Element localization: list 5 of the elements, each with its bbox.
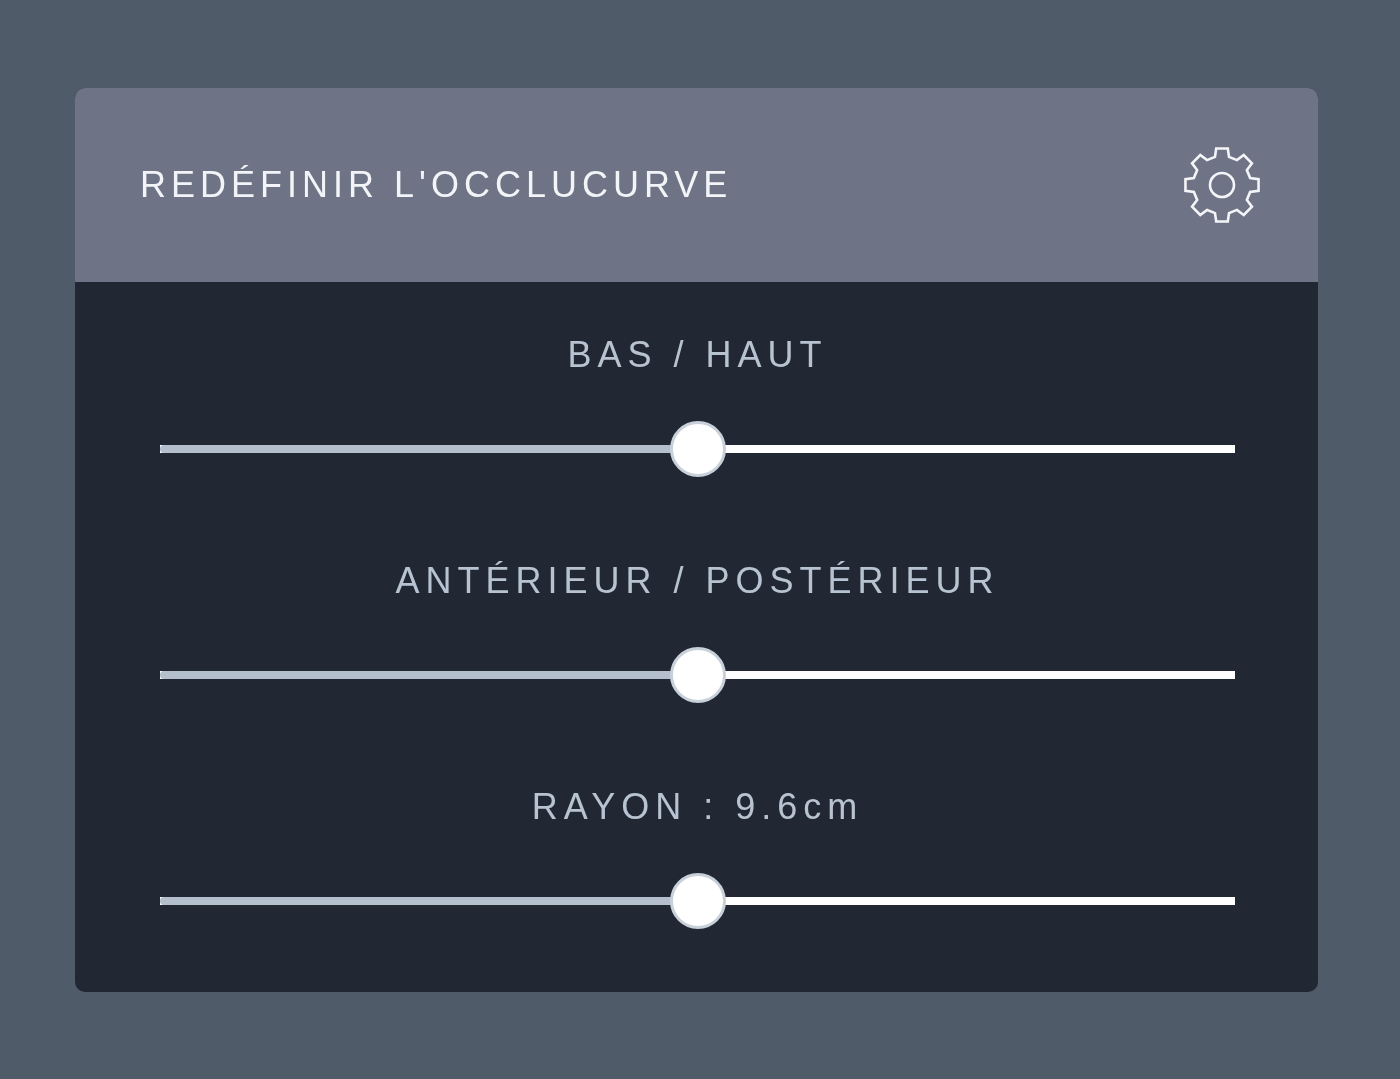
slider-label: ANTÉRIEUR / POSTÉRIEUR [395, 559, 1000, 603]
settings-icon[interactable] [1183, 146, 1261, 224]
slider-label: BAS / HAUT [567, 333, 828, 377]
slider-label: RAYON : 9.6cm [531, 785, 864, 829]
panel-title: REDÉFINIR L'OCCLUCURVE [140, 163, 733, 207]
